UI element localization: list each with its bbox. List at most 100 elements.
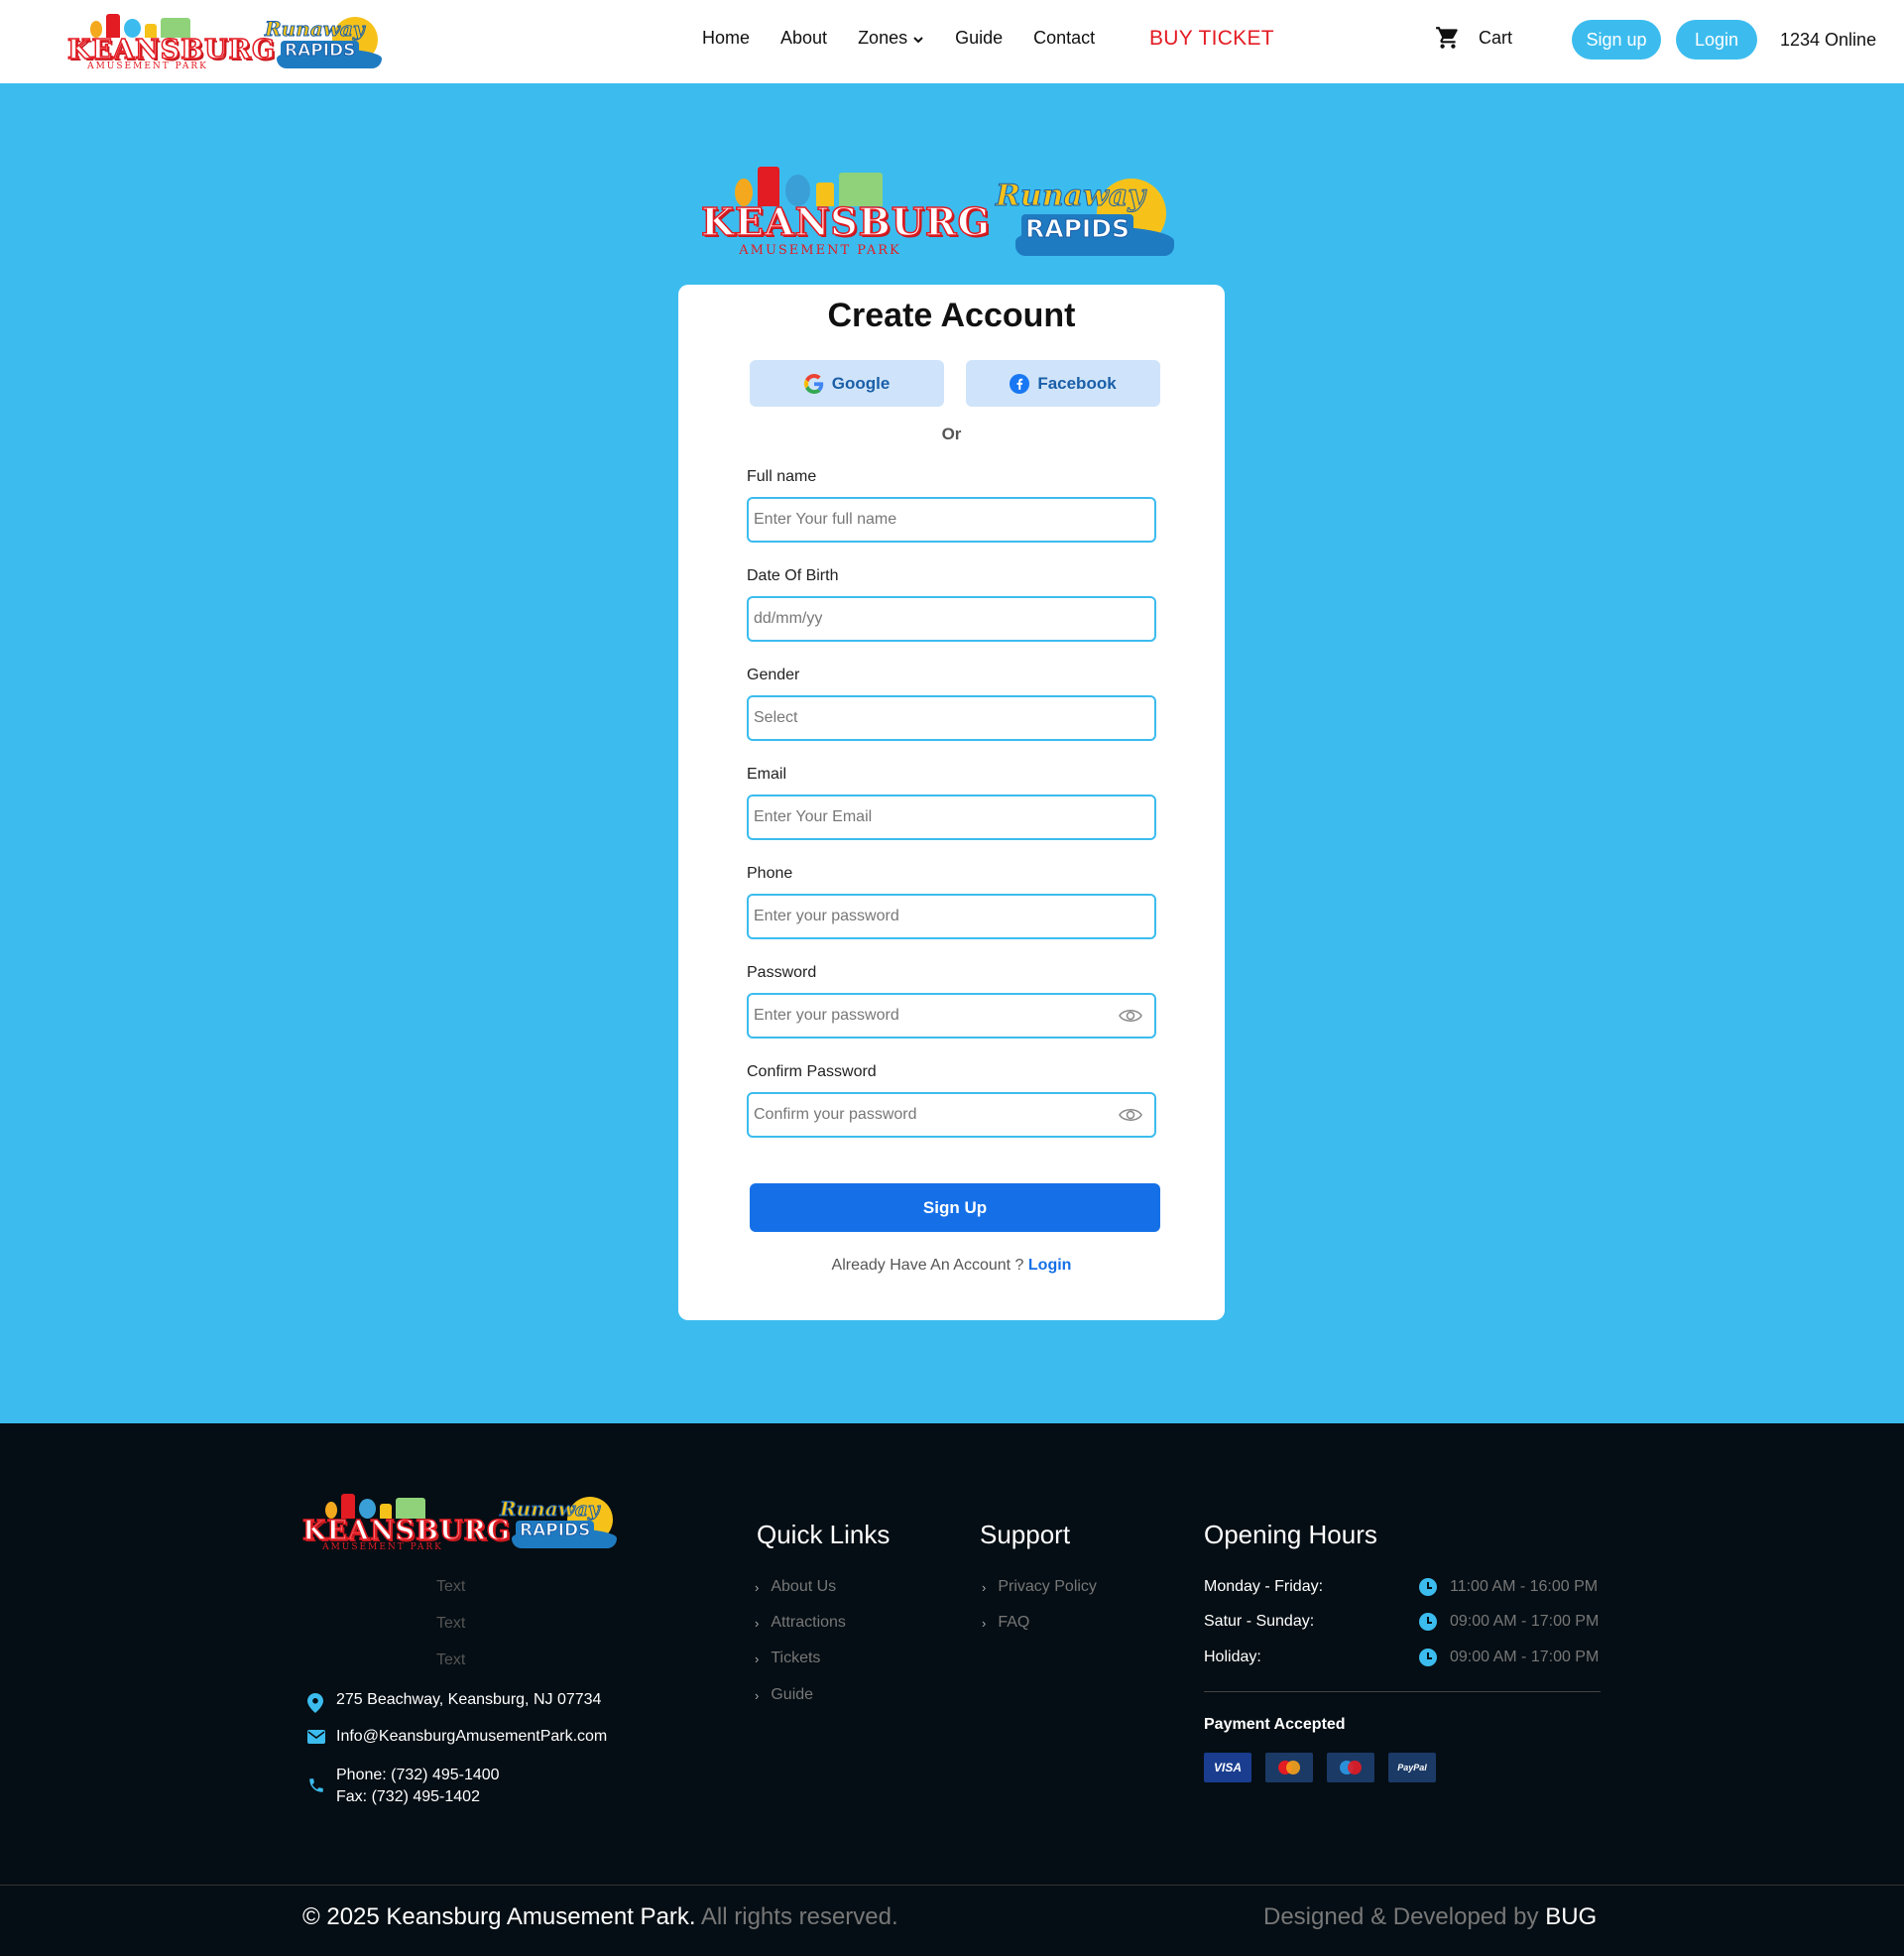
quick-link-guide[interactable]: › Guide [755, 1686, 813, 1704]
chevron-right-icon: › [755, 1615, 760, 1631]
chevron-down-icon [913, 37, 923, 44]
phone-icon [309, 1778, 323, 1792]
phone-field [747, 894, 1156, 939]
hero-logo-rapids: RAPIDS [1021, 214, 1133, 244]
email-label: Email [747, 766, 787, 783]
eye-icon[interactable] [1119, 1106, 1142, 1124]
create-account-card: Create Account Google Facebook Or Full n… [678, 285, 1225, 1320]
password-input[interactable] [754, 1007, 1091, 1025]
quick-link-label: About Us [771, 1578, 837, 1595]
hero-logo-subtitle: AMUSEMENT PARK [739, 242, 901, 258]
google-label: Google [831, 373, 891, 393]
keansburg-logo[interactable]: KEANSBURG AMUSEMENT PARK [66, 14, 276, 71]
password-field [747, 993, 1156, 1039]
fullname-field [747, 497, 1156, 543]
footer: KEANSBURG AMUSEMENT PARK Runaway RAPIDS … [0, 1423, 1904, 1956]
facebook-signin-button[interactable]: Facebook [966, 360, 1160, 407]
chevron-right-icon: › [755, 1650, 760, 1666]
hero-logo-runaway: Runaway [996, 179, 1146, 214]
quick-link-label: Attractions [771, 1614, 846, 1631]
nav-guide[interactable]: Guide [955, 28, 1003, 49]
cart-label: Cart [1479, 27, 1513, 48]
copyright: © 2025 Keansburg Amusement Park. All rig… [302, 1903, 898, 1931]
copyright-muted: All rights reserved. [700, 1903, 898, 1930]
designed-by-name[interactable]: BUG [1545, 1903, 1597, 1930]
quick-links-heading: Quick Links [757, 1520, 891, 1549]
eye-icon[interactable] [1119, 1007, 1142, 1025]
card-title: Create Account [827, 297, 1076, 334]
login-link[interactable]: Login [1028, 1257, 1072, 1274]
nav-contact[interactable]: Contact [1033, 28, 1095, 49]
hours-time-label: 09:00 AM - 17:00 PM [1450, 1649, 1600, 1665]
chevron-right-icon: › [982, 1579, 987, 1595]
phone-input[interactable] [754, 908, 1091, 925]
login-nav-button[interactable]: Login [1676, 20, 1757, 60]
buy-ticket-link[interactable]: BUY TICKET [1149, 27, 1274, 51]
support-link-label: Privacy Policy [998, 1578, 1097, 1595]
runaway-rapids-logo[interactable]: Runaway RAPIDS [263, 11, 386, 70]
confirm-password-input[interactable] [754, 1106, 1091, 1124]
quick-link-attractions[interactable]: › Attractions [755, 1614, 846, 1632]
hero-keansburg-logo: KEANSBURG AMUSEMENT PARK [700, 167, 991, 262]
footer-runaway-rapids-logo[interactable]: Runaway RAPIDS [498, 1491, 621, 1550]
support-heading: Support [980, 1520, 1071, 1549]
quick-link-label: Guide [771, 1686, 814, 1703]
clock-icon [1419, 1578, 1437, 1596]
hours-time: 09:00 AM - 17:00 PM [1419, 1649, 1599, 1666]
paypal-card-icon: PayPal [1388, 1753, 1436, 1782]
quick-link-label: Tickets [771, 1650, 821, 1666]
gender-field [747, 695, 1156, 741]
fax-text: Fax: (732) 495-1402 [336, 1788, 480, 1805]
footer-keansburg-logo[interactable]: KEANSBURG AMUSEMENT PARK [301, 1494, 512, 1553]
quick-link-tickets[interactable]: › Tickets [755, 1650, 820, 1667]
logo-runaway: Runaway [264, 17, 365, 42]
footer-logo-rapids: RAPIDS [516, 1521, 595, 1541]
nav-zones[interactable]: Zones [858, 28, 924, 49]
phone-text: Phone: (732) 495-1400 [336, 1767, 500, 1783]
copyright-main: © 2025 Keansburg Amusement Park. [302, 1903, 696, 1930]
hours-time-label: 09:00 AM - 17:00 PM [1450, 1613, 1600, 1630]
visa-card-icon: VISA [1204, 1753, 1251, 1782]
logo-rapids: RAPIDS [281, 41, 360, 61]
email-input[interactable] [754, 808, 1091, 826]
clock-icon [1419, 1613, 1437, 1631]
logo-subtitle: AMUSEMENT PARK [87, 61, 208, 71]
gender-select[interactable] [754, 709, 1091, 727]
cart-link[interactable]: Cart [1435, 25, 1512, 51]
chevron-right-icon: › [755, 1687, 760, 1703]
opening-hours-heading: Opening Hours [1204, 1520, 1377, 1549]
support-link-privacy[interactable]: › Privacy Policy [982, 1578, 1097, 1596]
nav-links: Home About Zones Guide Contact [702, 28, 1126, 49]
signup-nav-button[interactable]: Sign up [1572, 20, 1661, 60]
hours-day: Satur - Sunday: [1204, 1613, 1315, 1630]
hours-time: 11:00 AM - 16:00 PM [1419, 1578, 1598, 1596]
envelope-icon [307, 1730, 325, 1744]
chevron-right-icon: › [982, 1615, 987, 1631]
hours-day: Monday - Friday: [1204, 1578, 1324, 1595]
nav-about[interactable]: About [780, 28, 827, 49]
signup-submit-button[interactable]: Sign Up [750, 1183, 1160, 1232]
confirm-password-label: Confirm Password [747, 1063, 877, 1080]
fullname-input[interactable] [754, 511, 1091, 529]
email-text[interactable]: Info@KeansburgAmusementPark.com [336, 1728, 607, 1746]
google-signin-button[interactable]: Google [750, 360, 944, 407]
dob-input[interactable] [754, 610, 1091, 628]
footer-text: Text [436, 1578, 466, 1595]
cart-icon [1436, 27, 1458, 49]
already-text: Already Have An Account ? [831, 1257, 1024, 1274]
clock-icon [1419, 1649, 1437, 1666]
footer-phone: Phone: (732) 495-1400 Fax: (732) 495-140… [307, 1765, 500, 1808]
footer-logo-title: KEANSBURG [301, 1515, 512, 1547]
facebook-icon [1010, 373, 1030, 394]
nav-home[interactable]: Home [702, 28, 750, 49]
hours-day: Holiday: [1204, 1649, 1261, 1665]
email-field [747, 795, 1156, 840]
footer-logo-runaway: Runaway [499, 1497, 600, 1522]
support-link-faq[interactable]: › FAQ [982, 1614, 1029, 1632]
quick-link-about[interactable]: › About Us [755, 1578, 836, 1596]
online-count: 1234 Online [1780, 30, 1877, 50]
support-link-label: FAQ [998, 1614, 1030, 1631]
password-label: Password [747, 964, 817, 981]
address-text: 275 Beachway, Keansburg, NJ 07734 [336, 1691, 602, 1708]
designed-text: Designed & Developed by [1263, 1903, 1539, 1930]
